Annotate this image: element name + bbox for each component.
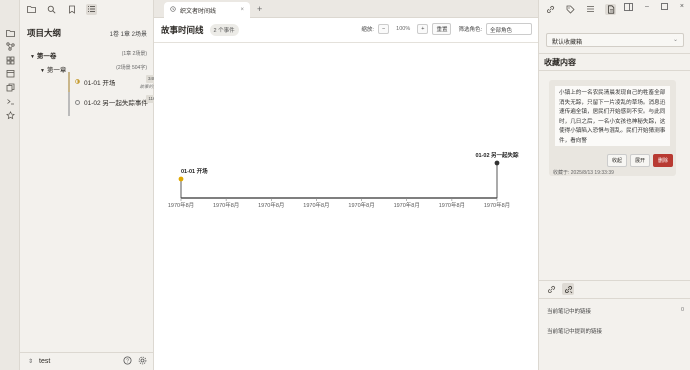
links-panel: 当前笔记中的链接 0 当前笔记中提到的链接 xyxy=(539,280,690,370)
links-toolbar xyxy=(539,280,690,298)
filter-label: 筛选角色: xyxy=(458,27,482,33)
tab-label: 织文者时间线 xyxy=(180,8,217,15)
empty-circle-icon xyxy=(75,99,80,105)
event-label: 01-02 另一起失踪 xyxy=(475,151,519,159)
reset-button[interactable]: 重置 xyxy=(432,23,452,35)
volume-stats: (1章 2场景) xyxy=(121,51,147,57)
scene-item[interactable]: 01-02 另一起失踪事件 116字 xyxy=(68,92,164,116)
star-icon[interactable] xyxy=(5,110,15,120)
outgoing-link-icon[interactable] xyxy=(562,283,574,295)
event-marker xyxy=(178,176,184,182)
close-window-icon[interactable]: × xyxy=(680,3,684,13)
timeline-tick-label: 1970年8月 xyxy=(394,201,420,209)
half-circle-icon xyxy=(75,78,80,86)
tag-icon[interactable] xyxy=(565,4,576,15)
right-panel: – × 默认收藏箱 ⌄ 收藏内容 小镇上的一名农民清晨发现自己的牲畜全部消失无踪… xyxy=(538,0,690,370)
divider xyxy=(539,298,690,299)
saved-timestamp: 收藏于: 2025/8/13 19:33:39 xyxy=(553,170,614,176)
window-controls: – × xyxy=(624,3,684,13)
collapse-button[interactable]: 收起 xyxy=(606,154,627,167)
timeline-tick-label: 1970年8月 xyxy=(303,201,329,209)
list-icon[interactable] xyxy=(585,4,596,15)
triangle-down-icon: ▼ xyxy=(30,54,35,60)
section-title: 收藏内容 xyxy=(544,58,576,67)
divider xyxy=(539,53,690,54)
svg-text:?: ? xyxy=(126,358,129,364)
close-icon[interactable]: × xyxy=(240,7,244,13)
zoom-in-button[interactable]: + xyxy=(417,24,429,34)
timeline-tick-label: 1970年8月 xyxy=(213,201,239,209)
maximize-icon[interactable] xyxy=(661,3,668,13)
minimize-icon[interactable]: – xyxy=(645,3,649,13)
delete-button[interactable]: 删除 xyxy=(652,154,673,167)
volume-item[interactable]: ▼ 第一卷 (1章 2场景) xyxy=(30,50,147,60)
divider xyxy=(539,70,690,71)
backlink-icon[interactable] xyxy=(545,283,557,295)
search-icon[interactable] xyxy=(46,4,57,15)
chevron-updown-icon: ⇕ xyxy=(28,359,34,365)
puzzle-icon[interactable] xyxy=(5,55,15,65)
timeline-chart: 1970年8月 1970年8月 1970年8月 1970年8月 1970年8月 1970年… xyxy=(168,151,519,209)
event-marker xyxy=(494,160,500,166)
terminal-icon[interactable] xyxy=(5,96,15,106)
timeline-tick-label: 1970年8月 xyxy=(348,201,374,209)
tab-bar: 织文者时间线 × + xyxy=(154,0,538,18)
timeline-tick-label: 1970年8月 xyxy=(168,201,194,209)
card-text: 小镇上的一名农民清晨发现自己的牲畜全部消失无踪，只留下一片凌乱的草场。消息迅速传… xyxy=(555,86,670,146)
chevron-down-icon: ⌄ xyxy=(672,37,678,43)
linked-mentions-label[interactable]: 当前笔记中的链接 xyxy=(547,307,591,315)
calendar-icon[interactable] xyxy=(5,68,15,78)
volume-name: 第一卷 xyxy=(36,53,57,60)
bookmark-icon[interactable] xyxy=(66,4,77,15)
vault-switcher[interactable]: ⇕ test ? xyxy=(20,352,154,370)
timeline-canvas: 1970年8月 1970年8月 1970年8月 1970年8月 1970年8月 1970年… xyxy=(154,42,538,370)
main-editor: 织文者时间线 × + 故事时间线 2 个事件 缩放: − 100% + 重置 筛… xyxy=(154,0,538,370)
zoom-out-button[interactable]: − xyxy=(377,24,390,34)
page-title: 故事时间线 xyxy=(161,25,204,35)
triangle-down-icon: ▼ xyxy=(40,68,45,74)
outline-title: 项目大纲 xyxy=(27,28,62,38)
outline-stats: 1卷 1章 2场景 xyxy=(109,31,147,38)
file-explorer-icon[interactable] xyxy=(26,4,37,15)
link-icon[interactable] xyxy=(545,4,556,15)
sidebar-toggle-icon[interactable] xyxy=(624,3,633,13)
collection-select[interactable]: 默认收藏箱 ⌄ xyxy=(546,33,684,47)
vault-name: test xyxy=(39,358,51,365)
left-sidebar: 项目大纲 1卷 1章 2场景 ▼ 第一卷 (1章 2场景) ▼ 第一章 (2场景… xyxy=(20,0,162,370)
timeline-controls: 缩放: − 100% + 重置 筛选角色: 全部角色 xyxy=(361,23,532,35)
document-icon[interactable] xyxy=(605,3,616,15)
timeline-header: 故事时间线 2 个事件 缩放: − 100% + 重置 筛选角色: 全部角色 xyxy=(161,22,532,38)
gear-icon[interactable] xyxy=(138,356,147,367)
event-count-badge: 2 个事件 xyxy=(209,24,239,36)
left-ribbon xyxy=(0,0,20,370)
chapter-name: 第一章 xyxy=(46,67,67,74)
zoom-value: 100% xyxy=(396,26,411,32)
tab-timeline[interactable]: 织文者时间线 × xyxy=(164,2,250,18)
scene-title: 01-02 另一起失踪事件 xyxy=(84,100,148,107)
event-label: 01-01 开场 xyxy=(181,167,208,175)
timeline-tick-label: 1970年8月 xyxy=(439,201,465,209)
zoom-label: 缩放: xyxy=(361,27,374,33)
linked-mentions-count: 0 xyxy=(680,307,684,313)
help-icon[interactable]: ? xyxy=(123,356,132,367)
outline-header: 项目大纲 1卷 1章 2场景 xyxy=(27,27,147,39)
collection-select-value: 默认收藏箱 xyxy=(552,40,583,46)
right-toolbar: – × xyxy=(539,0,690,18)
outline-icon[interactable] xyxy=(86,3,97,15)
timeline-tick-label: 1970年8月 xyxy=(258,201,284,209)
unlinked-mentions-label[interactable]: 当前笔记中提到的链接 xyxy=(547,327,602,335)
new-tab-icon[interactable]: + xyxy=(257,4,262,14)
scene-title: 01-01 开场 xyxy=(84,80,116,87)
character-filter-select[interactable]: 全部角色 xyxy=(486,23,532,35)
sidebar-toolbar xyxy=(20,0,153,18)
folder-icon[interactable] xyxy=(5,28,15,38)
timeline-tick-label: 1970年8月 xyxy=(484,201,510,209)
card-actions: 收起 展开 删除 xyxy=(606,154,673,167)
timeline-icon xyxy=(170,6,176,14)
copy-icon[interactable] xyxy=(5,82,15,92)
collection-card: 小镇上的一名农民清晨发现自己的牲畜全部消失无踪，只留下一片凌乱的草场。消息迅速传… xyxy=(549,80,676,176)
graph-icon[interactable] xyxy=(5,41,15,51)
expand-button[interactable]: 展开 xyxy=(629,154,650,167)
